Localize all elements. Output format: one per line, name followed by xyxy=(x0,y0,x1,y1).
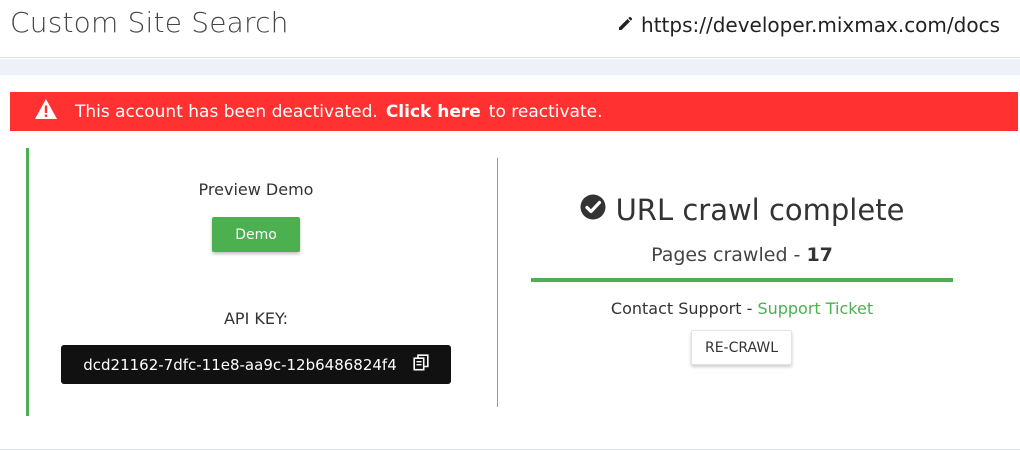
api-key-box: dcd21162-7dfc-11e8-aa9c-12b6486824f4 xyxy=(61,345,451,384)
header-strip xyxy=(0,59,1020,75)
api-key-value: dcd21162-7dfc-11e8-aa9c-12b6486824f4 xyxy=(83,355,397,374)
reactivate-link[interactable]: Click here xyxy=(386,102,481,122)
site-url[interactable]: https://developer.mixmax.com/docs xyxy=(617,13,1000,37)
support-ticket-link[interactable]: Support Ticket xyxy=(757,299,873,318)
demo-button[interactable]: Demo xyxy=(212,217,300,252)
site-url-text[interactable]: https://developer.mixmax.com/docs xyxy=(641,13,1000,37)
page-title: Custom Site Search xyxy=(10,6,289,39)
crawl-progress-fill xyxy=(531,278,953,282)
alert-message: This account has been deactivated. xyxy=(75,101,378,122)
recrawl-button[interactable]: RE-CRAWL xyxy=(691,330,792,365)
pencil-icon[interactable] xyxy=(617,13,633,37)
crawl-progress-bar xyxy=(531,278,953,282)
pages-crawled-label: Pages crawled - xyxy=(651,244,801,266)
crawl-status-text: URL crawl complete xyxy=(615,193,905,227)
page-header: Custom Site Search https://developer.mix… xyxy=(0,0,1020,58)
alert-suffix: to reactivate. xyxy=(488,101,603,122)
panel-divider xyxy=(497,158,498,407)
contact-support: Contact Support - Support Ticket xyxy=(531,299,953,318)
pages-crawled-count: 17 xyxy=(806,244,833,266)
preview-demo-label: Preview Demo xyxy=(198,180,314,199)
copy-icon[interactable] xyxy=(413,354,429,375)
check-circle-icon xyxy=(580,193,606,227)
api-key-label: API KEY: xyxy=(223,309,289,328)
deactivated-alert: This account has been deactivated. Click… xyxy=(10,92,1018,131)
pages-crawled: Pages crawled - 17 xyxy=(531,244,953,266)
contact-support-label: Contact Support - xyxy=(610,299,753,318)
warning-triangle-icon xyxy=(34,98,75,125)
crawl-status-title: URL crawl complete xyxy=(531,190,953,230)
